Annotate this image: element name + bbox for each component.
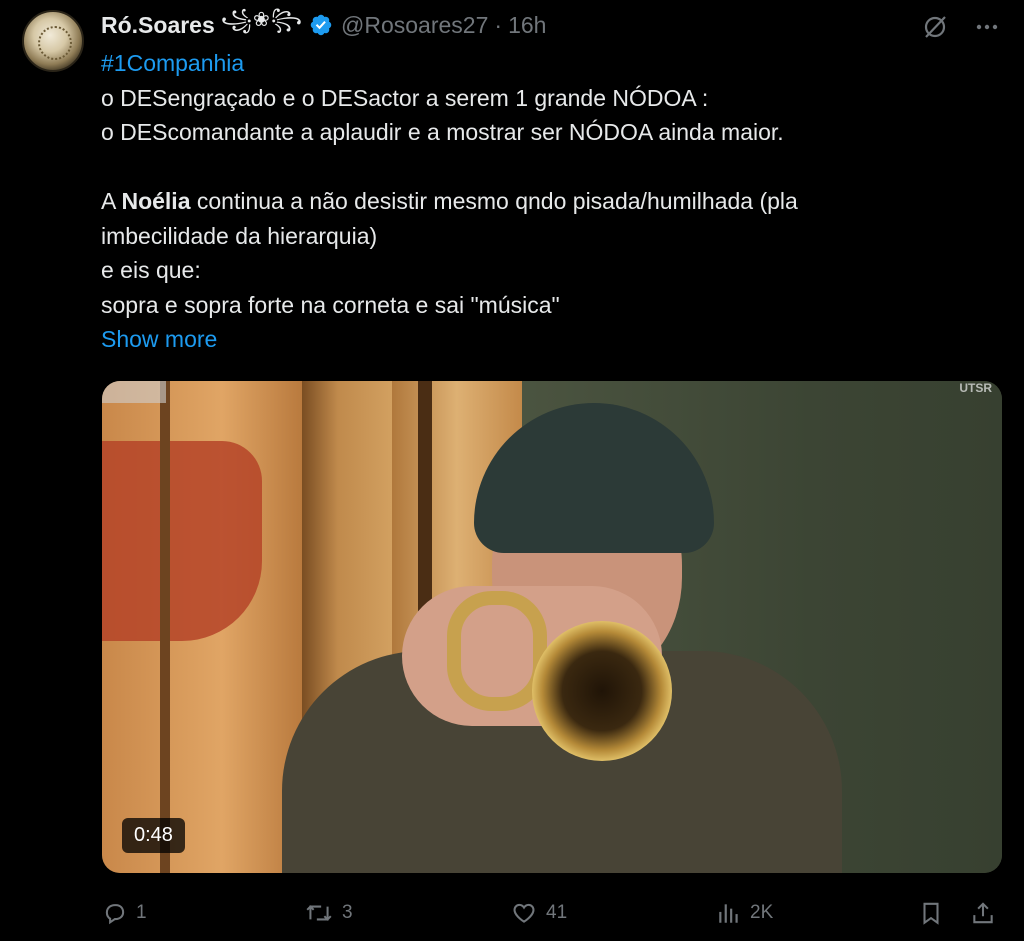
text-fragment: continua a não desistir mesmo qndo pisad… [190, 188, 798, 214]
share-button[interactable] [970, 894, 996, 932]
separator-dot: · [494, 11, 503, 38]
views-button[interactable]: 2K [716, 894, 773, 932]
tweet-actions: 1 3 41 2K [102, 894, 1002, 932]
verified-badge-icon[interactable] [309, 13, 333, 37]
bookmark-icon [923, 902, 939, 925]
repost-button[interactable]: 3 [304, 894, 353, 932]
bookmark-button[interactable] [918, 894, 944, 932]
reply-button[interactable]: 1 [102, 894, 147, 932]
text-line: sopra e sopra forte na corneta e sai "mú… [101, 291, 560, 318]
like-icon [513, 903, 535, 923]
name-emoji: ꧁❀꧂ [220, 9, 304, 31]
display-name[interactable]: Ró.Soares [101, 12, 215, 39]
avatar[interactable] [22, 10, 84, 72]
text-line: o DEScomandante a aplaudir e a mostrar s… [101, 119, 784, 145]
more-icon[interactable] [972, 12, 1002, 42]
views-count: 2K [750, 902, 774, 923]
text-line: e eis que: [101, 257, 201, 283]
like-button[interactable]: 41 [510, 894, 567, 932]
top-actions [920, 12, 1002, 42]
reply-icon [105, 904, 125, 925]
handle[interactable]: @Rosoares27 [341, 12, 488, 39]
text-line: o DESengraçado e o DESactor a serem 1 gr… [101, 84, 709, 111]
video-duration-badge: 0:48 [122, 818, 185, 853]
video-frame-horn-bell [532, 621, 672, 761]
text-line: imbecilidade da hierarquia) [101, 222, 378, 249]
timestamp[interactable]: 16h [508, 12, 546, 39]
video-player[interactable]: UTSR 0:48 [102, 381, 1002, 873]
video-frame-mark [102, 441, 262, 641]
text-fragment: A [101, 188, 122, 214]
grok-icon[interactable] [920, 12, 950, 42]
repost-count: 3 [342, 902, 353, 923]
tweet-header: Ró.Soares ꧁❀꧂ @Rosoares27 · 16h [101, 8, 546, 42]
repost-icon [306, 905, 332, 921]
video-overlay-text: UTSR [959, 381, 992, 395]
video-frame-post [160, 381, 170, 873]
views-icon [719, 904, 738, 923]
hashtag-line: #1Companhia [101, 46, 991, 81]
reply-count: 1 [136, 902, 147, 923]
text-line: A Noélia continua a não desistir mesmo q… [101, 184, 991, 219]
bold-name: Noélia [121, 188, 191, 214]
show-more-link[interactable]: Show more [101, 322, 217, 357]
share-icon [973, 902, 993, 924]
video-overlay-graphic [102, 381, 166, 403]
like-count: 41 [546, 902, 568, 923]
hashtag-link[interactable]: #1Companhia [101, 50, 244, 76]
tweet-text: #1Companhia o DESengraçado e o DESactor … [101, 46, 991, 357]
